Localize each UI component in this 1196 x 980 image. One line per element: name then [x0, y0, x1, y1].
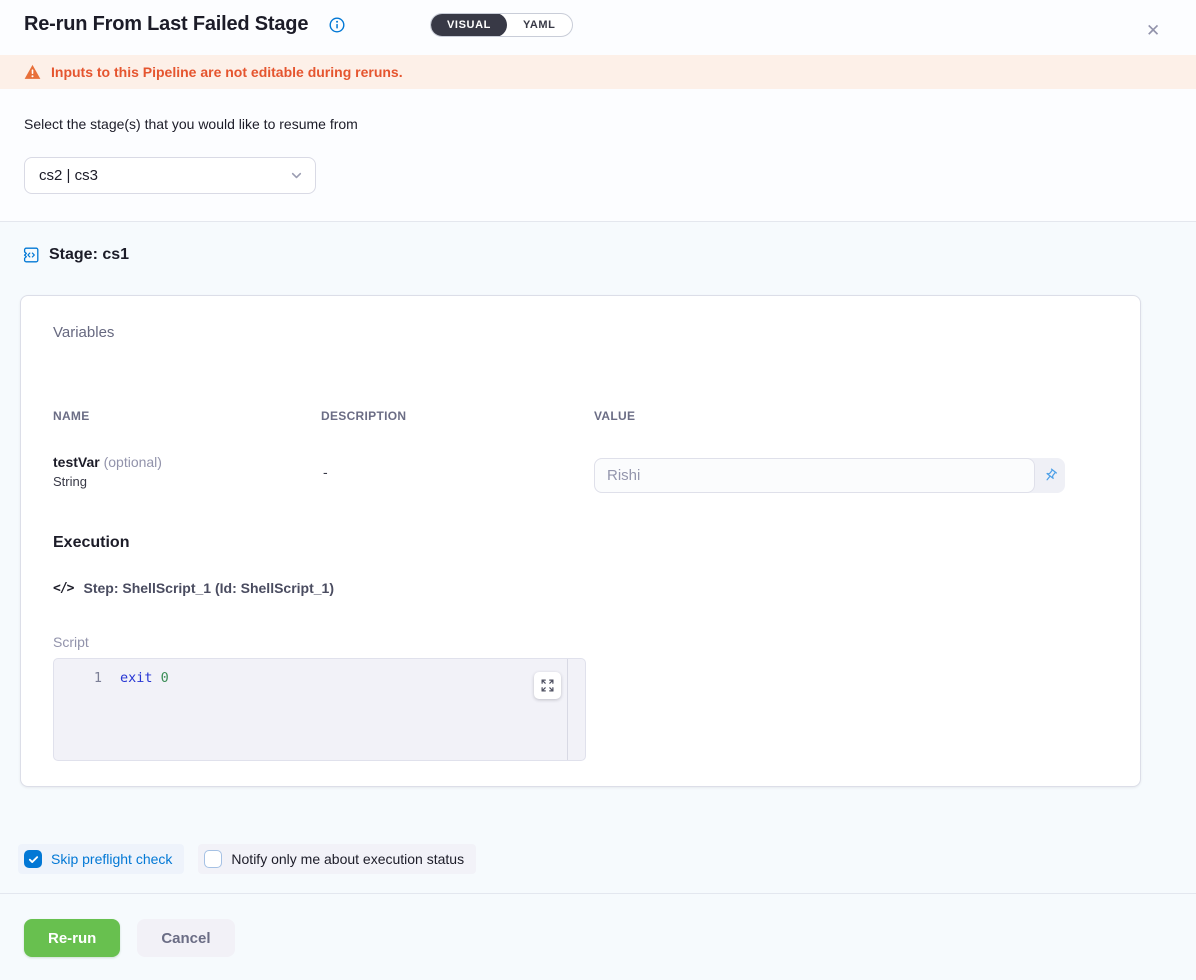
stage-select-label: Select the stage(s) that you would like …	[24, 116, 358, 132]
warning-icon	[24, 64, 41, 80]
variables-title: Variables	[53, 324, 114, 341]
variable-value-input[interactable]	[594, 458, 1035, 493]
variable-description: -	[323, 464, 328, 480]
column-header-name: NAME	[53, 409, 90, 423]
code-keyword: exit	[120, 670, 153, 686]
variable-type: String	[53, 472, 162, 491]
warning-text: Inputs to this Pipeline are not editable…	[51, 64, 403, 80]
stage-select-dropdown[interactable]: cs2 | cs3	[24, 157, 316, 194]
column-header-description: DESCRIPTION	[321, 409, 406, 423]
variable-optional-suffix: (optional)	[100, 454, 162, 470]
variable-value-control	[594, 458, 1065, 493]
tab-yaml[interactable]: YAML	[507, 13, 572, 37]
step-heading: </> Step: ShellScript_1 (Id: ShellScript…	[53, 580, 334, 596]
rerun-pipeline-modal: Re-run From Last Failed Stage VISUAL YAM…	[0, 0, 1196, 980]
checkbox-icon	[24, 850, 42, 868]
page-title: Re-run From Last Failed Stage	[24, 13, 308, 36]
modal-header: Re-run From Last Failed Stage VISUAL YAM…	[0, 0, 1196, 55]
code-step-icon: </>	[53, 581, 73, 596]
warning-banner: Inputs to this Pipeline are not editable…	[0, 55, 1196, 89]
stage-inputs-card: Variables NAME DESCRIPTION VALUE testVar…	[20, 295, 1141, 787]
pin-icon[interactable]	[1035, 458, 1065, 493]
variable-name-cell: testVar (optional) String	[53, 453, 162, 491]
footer-divider	[0, 893, 1196, 894]
script-label: Script	[53, 634, 89, 650]
info-icon[interactable]	[329, 17, 345, 33]
close-icon[interactable]: ✕	[1146, 22, 1160, 39]
stage-heading-label: Stage: cs1	[49, 246, 129, 264]
footer-buttons: Re-run Cancel	[24, 919, 235, 957]
skip-preflight-checkbox[interactable]: Skip preflight check	[18, 844, 184, 874]
run-options: Skip preflight check Notify only me abou…	[18, 844, 476, 874]
cancel-button[interactable]: Cancel	[137, 919, 234, 957]
stage-heading: Stage: cs1	[21, 245, 129, 265]
notify-only-me-checkbox[interactable]: Notify only me about execution status	[198, 844, 476, 874]
execution-title: Execution	[53, 534, 129, 552]
visual-yaml-toggle: VISUAL YAML	[430, 13, 573, 37]
column-header-value: VALUE	[594, 409, 635, 423]
script-code-editor[interactable]: 1 exit 0	[53, 658, 586, 761]
tab-visual[interactable]: VISUAL	[431, 13, 507, 37]
stage-select-value: cs2 | cs3	[39, 167, 290, 184]
rerun-button[interactable]: Re-run	[24, 919, 120, 957]
expand-editor-button[interactable]	[534, 672, 561, 699]
expand-icon	[541, 679, 554, 692]
modal-top-section: Re-run From Last Failed Stage VISUAL YAM…	[0, 0, 1196, 222]
chevron-down-icon	[290, 169, 303, 182]
custom-stage-icon	[21, 245, 41, 265]
code-argument: 0	[153, 670, 169, 686]
skip-preflight-label: Skip preflight check	[51, 851, 172, 867]
notify-only-me-label: Notify only me about execution status	[231, 851, 464, 867]
modal-body: Stage: cs1 Variables NAME DESCRIPTION VA…	[0, 222, 1196, 980]
checkbox-icon	[204, 850, 222, 868]
step-label: Step: ShellScript_1 (Id: ShellScript_1)	[83, 580, 334, 596]
code-text: exit 0	[120, 669, 169, 688]
line-number: 1	[54, 669, 102, 688]
code-line: 1 exit 0	[54, 669, 585, 688]
variable-name: testVar	[53, 454, 100, 470]
